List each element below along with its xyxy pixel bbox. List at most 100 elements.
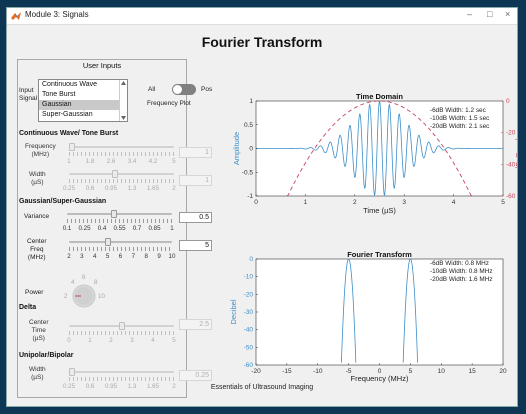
listbox-scrollbar[interactable] xyxy=(119,80,127,121)
tick-label: 0.25 xyxy=(62,185,76,192)
maximize-button[interactable]: □ xyxy=(487,9,492,19)
x-tick-label: 5 xyxy=(409,368,413,375)
slider-ticks xyxy=(67,219,172,223)
minimize-button[interactable]: – xyxy=(467,9,472,19)
power-tick-8: 8 xyxy=(94,279,98,286)
y-tick-label: 0 xyxy=(249,256,253,263)
cw-width-slider[interactable] xyxy=(69,170,174,184)
slider-thumb[interactable] xyxy=(111,170,118,178)
center-time-slider[interactable] xyxy=(69,322,174,336)
signal-option-super-gaussian[interactable]: Super-Gaussian xyxy=(42,110,93,120)
power-tick-4: 4 xyxy=(71,279,75,286)
tick-label: 1.65 xyxy=(146,185,160,192)
title-bar: Module 3: Signals – □ × xyxy=(7,8,517,25)
y-tick-label: 0 xyxy=(249,146,253,153)
x-tick-label: 2 xyxy=(353,199,357,206)
width-annotation: -20dB Width: 1.6 MHz xyxy=(430,276,493,283)
power-knob[interactable]: 2 4 6 8 10 xyxy=(59,273,109,315)
tick-label: 3 xyxy=(80,253,84,260)
x-tick-label: 15 xyxy=(469,368,477,375)
x-tick-label: -20 xyxy=(251,368,261,375)
slider-thumb[interactable] xyxy=(118,322,125,330)
frequency-slider[interactable] xyxy=(69,143,174,157)
frequency-label: Frequency (MHz) xyxy=(25,143,56,158)
tick-label: 3 xyxy=(130,337,134,344)
tick-label: 1.3 xyxy=(127,185,137,192)
tick-label: 2 xyxy=(172,185,176,192)
tick-label: 0.4 xyxy=(97,225,107,232)
x-tick-label: 20 xyxy=(499,368,507,375)
signal-option-gaussian[interactable]: Gaussian xyxy=(39,100,120,110)
x-tick-label: 0 xyxy=(254,199,258,206)
power-label: Power xyxy=(25,289,44,296)
center-freq-slider[interactable] xyxy=(69,238,172,252)
variance-slider[interactable] xyxy=(67,210,172,224)
y-axis-label: Decibel xyxy=(229,299,238,324)
y-tick-label: -1 xyxy=(247,193,253,200)
tick-label: 9 xyxy=(157,253,161,260)
y-tick-label: -20 xyxy=(244,291,254,298)
tick-label: 2 xyxy=(67,253,71,260)
x-tick-label: 4 xyxy=(452,199,456,206)
input-signal-label: Input Signal xyxy=(19,87,38,102)
frequency-plot-caption: Frequency Plot xyxy=(147,100,191,107)
frequency-value-field[interactable]: 1 xyxy=(179,147,212,158)
center-time-label: Center Time (µS) xyxy=(29,319,49,342)
slider-ticks xyxy=(69,377,174,381)
power-tick-6: 6 xyxy=(82,274,86,281)
tick-label: 0.95 xyxy=(104,185,118,192)
frequency-plot-toggle[interactable] xyxy=(172,84,196,95)
delta-heading: Delta xyxy=(19,304,37,311)
signal-option-continuous-wave[interactable]: Continuous Wave xyxy=(42,80,97,90)
x-axis-label: Frequency (MHz) xyxy=(351,374,409,383)
y-tick-label: -60 xyxy=(244,362,254,369)
center-time-value-field[interactable]: 2.5 xyxy=(179,319,212,330)
toggle-knob[interactable] xyxy=(173,85,182,94)
signal-option-tone-burst[interactable]: Tone Burst xyxy=(42,90,75,100)
tick-label: 5 xyxy=(172,337,176,344)
gaussian-heading: Gaussian/Super-Gaussian xyxy=(19,198,107,205)
tick-label: 1 xyxy=(170,225,174,232)
variance-label: Variance xyxy=(24,213,50,220)
width-annotation: -10dB Width: 0.8 MHz xyxy=(430,268,493,275)
slider-track xyxy=(69,146,174,148)
slider-ticks xyxy=(69,152,174,156)
input-signal-listbox[interactable]: Continuous Wave Tone Burst Gaussian Supe… xyxy=(38,79,128,122)
tick-label: 0 xyxy=(67,337,71,344)
tick-label: 1 xyxy=(67,158,71,165)
power-tick-10: 10 xyxy=(98,293,105,300)
unipolar-heading: Unipolar/Bipolar xyxy=(19,352,74,359)
slider-track xyxy=(69,241,172,243)
width-annotation: -20dB Width: 2.1 sec xyxy=(430,123,490,130)
x-tick-label: 1 xyxy=(304,199,308,206)
tick-label: 0.7 xyxy=(132,225,142,232)
width-annotation: -6dB Width: 1.2 sec xyxy=(430,107,487,114)
tick-label: 4 xyxy=(151,337,155,344)
slider-thumb[interactable] xyxy=(69,368,75,376)
slider-thumb[interactable] xyxy=(105,238,112,246)
user-inputs-title: User Inputs xyxy=(82,61,122,70)
cw-width-value-field[interactable]: 1 xyxy=(179,175,212,186)
slider-ticks xyxy=(69,179,174,183)
variance-value-field[interactable]: 0.5 xyxy=(179,212,212,223)
scroll-up-icon[interactable] xyxy=(121,81,126,85)
scroll-down-icon[interactable] xyxy=(121,116,126,120)
fourier-transform-chart: -20 -15 -10 -5 0 5 10 15 20-60-50-40-30-20-100Fo… xyxy=(229,250,507,383)
slider-track xyxy=(69,173,174,175)
y-tick-label: -50 xyxy=(244,344,254,351)
tick-label: 5 xyxy=(105,253,110,260)
y-tick-label: -40 xyxy=(244,327,254,334)
toggle-all-label: All xyxy=(148,86,156,93)
slider-ticks xyxy=(69,331,174,335)
center-freq-label: Center Freq (MHz) xyxy=(27,238,47,261)
tick-label: 2.6 xyxy=(106,158,116,165)
unipolar-width-slider[interactable] xyxy=(69,368,174,382)
page-title: Fourier Transform xyxy=(201,34,323,50)
slider-thumb[interactable] xyxy=(110,210,117,218)
app-window: Module 3: Signals – □ × Fourier Transfor… xyxy=(6,7,518,407)
tick-label: 0.55 xyxy=(113,225,126,232)
close-button[interactable]: × xyxy=(505,9,510,19)
center-freq-value-field[interactable]: 5 xyxy=(179,240,212,251)
slider-thumb[interactable] xyxy=(69,143,75,151)
unipolar-width-value-field[interactable]: 0.25 xyxy=(179,370,212,381)
